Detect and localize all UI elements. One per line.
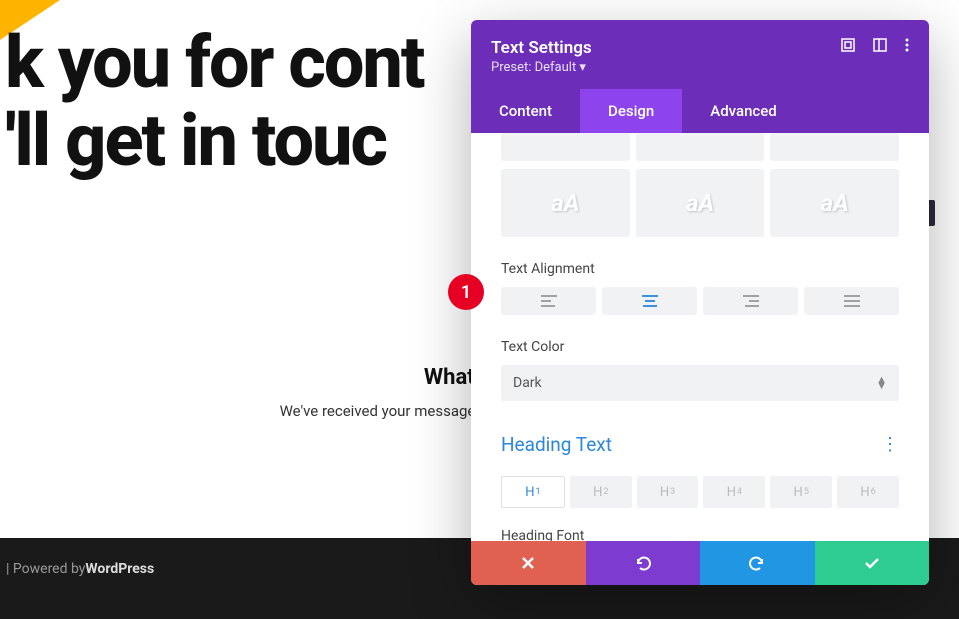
style-preset-big[interactable]: aA	[770, 169, 899, 237]
panel-tabs: Content Design Advanced	[471, 89, 929, 133]
expand-icon[interactable]	[841, 38, 855, 56]
text-color-select[interactable]: Dark ▲▼	[501, 365, 899, 401]
h3-tab[interactable]: H3	[637, 476, 699, 508]
align-right-button[interactable]	[703, 287, 798, 315]
panel-header: Text Settings Preset: Default ▾	[471, 20, 929, 89]
h5-tab[interactable]: H5	[770, 476, 832, 508]
heading-font-label: Heading Font	[501, 528, 899, 541]
settings-panel: Text Settings Preset: Default ▾ Content …	[471, 20, 929, 585]
style-preset[interactable]	[636, 133, 765, 161]
h1-tab[interactable]: H1	[501, 476, 565, 508]
h6-tab[interactable]: H6	[837, 476, 899, 508]
footer-text: | Powered by	[6, 561, 85, 577]
more-icon[interactable]	[905, 38, 909, 56]
tab-advanced[interactable]: Advanced	[682, 89, 804, 133]
style-preset[interactable]	[770, 133, 899, 161]
style-preset[interactable]	[501, 133, 630, 161]
redo-button[interactable]	[700, 541, 815, 585]
text-color-label: Text Color	[501, 339, 899, 355]
style-preset-big[interactable]: aA	[501, 169, 630, 237]
text-color-value: Dark	[513, 375, 542, 391]
save-button[interactable]	[815, 541, 930, 585]
h4-tab[interactable]: H4	[703, 476, 765, 508]
sidebar-icon[interactable]	[873, 38, 887, 56]
tab-content[interactable]: Content	[471, 89, 580, 133]
undo-button[interactable]	[586, 541, 701, 585]
heading-text-section[interactable]: Heading Text	[501, 433, 612, 456]
align-center-button[interactable]	[602, 287, 697, 315]
style-preset-big[interactable]: aA	[636, 169, 765, 237]
tab-design[interactable]: Design	[580, 89, 682, 133]
footer-brand: WordPress	[85, 561, 154, 577]
callout-marker-1: 1	[448, 274, 484, 310]
heading-more-icon[interactable]: ⋮	[881, 434, 899, 455]
select-arrows-icon: ▲▼	[876, 377, 887, 389]
delete-button[interactable]	[471, 541, 586, 585]
align-justify-button[interactable]	[804, 287, 899, 315]
preset-dropdown[interactable]: Preset: Default ▾	[491, 60, 592, 75]
action-bar	[471, 541, 929, 585]
panel-body: aA aA aA Text Alignment Text Color Dark …	[471, 133, 929, 541]
bottom-strip	[0, 600, 959, 619]
align-left-button[interactable]	[501, 287, 596, 315]
panel-title: Text Settings	[491, 38, 592, 58]
text-alignment-label: Text Alignment	[501, 261, 899, 277]
h2-tab[interactable]: H2	[570, 476, 632, 508]
